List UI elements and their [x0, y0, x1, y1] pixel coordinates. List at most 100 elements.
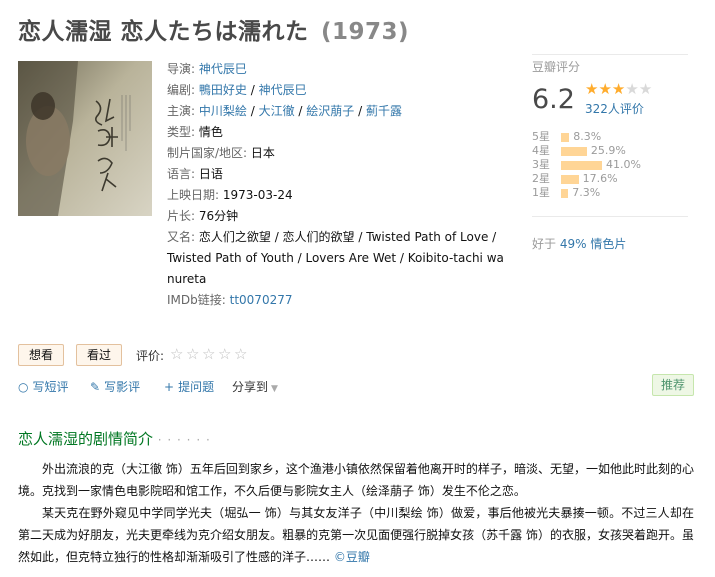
watched-button[interactable]: 看过: [76, 344, 123, 366]
rating-percent: 8.3%: [573, 130, 602, 143]
write-short-review-label: 写短评: [32, 380, 69, 394]
star-filled-icon: ★: [598, 80, 612, 98]
recommend-button[interactable]: 推荐: [651, 374, 694, 396]
cast-link[interactable]: 絵沢萠子: [306, 104, 354, 118]
rating-distribution-row: 3星 41.0%: [532, 158, 692, 172]
rating-percent: 17.6%: [582, 172, 618, 185]
write-short-review-link[interactable]: ○ 写短评: [18, 378, 69, 395]
director-link[interactable]: 神代辰巳: [199, 62, 247, 76]
rating-percent: 41.0%: [606, 158, 641, 171]
rating-divider: [532, 216, 688, 217]
rating-header: 豆瓣评分: [532, 60, 581, 74]
rating-bar: [561, 161, 602, 170]
rate-star-5-icon[interactable]: ☆: [234, 345, 250, 363]
rating-distribution-row: 5星 8.3%: [532, 130, 692, 144]
rating-star-label: 3星: [532, 158, 550, 171]
cast-link[interactable]: 大江徹: [259, 104, 295, 118]
better-link[interactable]: 49% 情色片: [560, 237, 627, 251]
star-filled-icon: ★: [585, 80, 599, 98]
want-to-watch-button[interactable]: 想看: [18, 344, 65, 366]
summary-heading: 恋人濡湿的剧情简介 · · · · · ·: [18, 428, 211, 449]
summary-title: 恋人濡湿的剧情简介: [18, 430, 154, 448]
movie-info: 导演: 神代辰巳 编剧: 鴨田好史 / 神代辰巳 主演: 中川梨絵 / 大江徹 …: [167, 59, 507, 311]
rate-star-2-icon[interactable]: ☆: [186, 345, 202, 363]
director-row: 导演: 神代辰巳: [167, 59, 507, 80]
runtime-row: 片长: 76分钟: [167, 206, 507, 227]
rate-label: 评价:: [136, 349, 165, 363]
rating-percent: 7.3%: [572, 186, 601, 199]
rating-distribution: 5星 8.3% 4星 25.9% 3星 41.0% 2星 17.6% 1星 7.3%: [532, 130, 692, 200]
rating-distribution-row: 4星 25.9%: [532, 144, 692, 158]
rating-bar: [561, 133, 570, 142]
genre-label: 类型:: [167, 125, 196, 139]
poster-image: [18, 61, 152, 216]
rating-score: 6.2: [532, 84, 575, 115]
rating-percent: 25.9%: [590, 144, 626, 157]
genre-value: 情色: [198, 125, 223, 139]
rating-star-label: 2星: [532, 172, 550, 185]
writer-label: 编剧:: [167, 83, 196, 97]
share-label: 分享到: [232, 380, 269, 394]
rating-star-label: 4星: [532, 144, 550, 157]
star-filled-icon: ★: [611, 80, 626, 98]
rate-star-3-icon[interactable]: ☆: [202, 345, 218, 363]
rating-bar: [561, 189, 569, 198]
writer-row: 编剧: 鴨田好史 / 神代辰巳: [167, 83, 307, 97]
comment-icon: ○: [18, 380, 29, 394]
ask-question-label: 提问题: [178, 380, 215, 394]
rating-bar: [561, 147, 587, 156]
writer-link[interactable]: 鴨田好史: [199, 83, 247, 97]
imdb-link[interactable]: tt0070277: [230, 293, 293, 307]
summary-paragraph: 外出流浪的克（大江徹 饰）五年后回到家乡，这个渔港小镇依然保留着他离开时的样子，…: [18, 462, 694, 498]
cast-row: 主演: 中川梨絵 / 大江徹 / 絵沢萠子 / 薊千露: [167, 104, 402, 118]
rating-star-label: 5星: [532, 130, 550, 143]
director-label: 导演:: [167, 62, 196, 76]
plus-icon: +: [164, 380, 175, 394]
caret-down-icon: ▼: [271, 384, 278, 394]
aka-row: 又名: 恋人们之欲望 / 恋人们的欲望 / Twisted Path of Lo…: [167, 227, 507, 290]
aka-value: 恋人们之欲望 / 恋人们的欲望 / Twisted Path of Love /…: [167, 230, 504, 286]
movie-year: (1973): [321, 19, 410, 45]
write-review-label: 写影评: [104, 380, 141, 394]
cast-link[interactable]: 中川梨絵: [199, 104, 247, 118]
language-label: 语言:: [167, 167, 196, 181]
summary-source-link[interactable]: ©豆瓣: [334, 550, 370, 564]
page-title: 恋人濡湿 恋人たちは濡れた (1973): [18, 12, 409, 46]
cast-link[interactable]: 薊千露: [366, 104, 402, 118]
cast-label: 主演:: [167, 104, 196, 118]
country-row: 制片国家/地区: 日本: [167, 143, 507, 164]
release-value: 1973-03-24: [222, 188, 293, 202]
better-prefix: 好于: [532, 237, 557, 251]
imdb-label: IMDb链接:: [167, 293, 226, 307]
pencil-icon: ✎: [90, 380, 101, 394]
rating-votes-link[interactable]: 322人评价: [585, 100, 644, 117]
runtime-value: 76分钟: [198, 209, 239, 223]
rate-star-4-icon[interactable]: ☆: [218, 345, 234, 363]
movie-title: 恋人濡湿 恋人たちは濡れた: [18, 19, 309, 45]
ask-question-link[interactable]: + 提问题: [164, 378, 214, 395]
action-toolbar: ○ 写短评 ✎ 写影评 + 提问题 分享到 ▼ 推荐: [18, 374, 694, 398]
rating-panel: 豆瓣评分 6.2 ★★★★★ 322人评价 5星 8.3% 4星 25.9% 3星 41.…: [532, 54, 692, 251]
rating-divider-top: [532, 54, 688, 55]
aka-label: 又名:: [167, 230, 196, 244]
rating-distribution-row: 1星 7.3%: [532, 186, 692, 200]
summary-paragraph-2: 某天克在野外窥见中学同学光夫（堀弘一 饰）与其女友洋子（中川梨绘 饰）做爱，事后…: [18, 502, 694, 568]
genre-row: 类型: 情色: [167, 122, 507, 143]
country-value: 日本: [250, 146, 275, 160]
language-row: 语言: 日语: [167, 164, 507, 185]
rating-distribution-row: 2星 17.6%: [532, 172, 692, 186]
rating-better-than: 好于 49% 情色片: [532, 235, 626, 252]
share-dropdown[interactable]: 分享到 ▼: [232, 378, 278, 395]
user-rating-stars: ☆ ☆ ☆ ☆ ☆: [170, 345, 250, 363]
summary-body: 外出流浪的克（大江徹 饰）五年后回到家乡，这个渔港小镇依然保留着他离开时的样子，…: [18, 458, 694, 568]
star-empty-icon: ★: [625, 80, 639, 98]
movie-poster[interactable]: [18, 61, 152, 216]
country-label: 制片国家/地区:: [167, 146, 248, 160]
write-review-link[interactable]: ✎ 写影评: [90, 378, 140, 395]
star-empty-icon: ★: [638, 80, 653, 98]
language-value: 日语: [198, 167, 223, 181]
summary-title-dots: · · · · · ·: [157, 433, 211, 447]
writer-link[interactable]: 神代辰巳: [259, 83, 307, 97]
release-row: 上映日期: 1973-03-24: [167, 185, 507, 206]
rate-star-1-icon[interactable]: ☆: [170, 345, 186, 363]
